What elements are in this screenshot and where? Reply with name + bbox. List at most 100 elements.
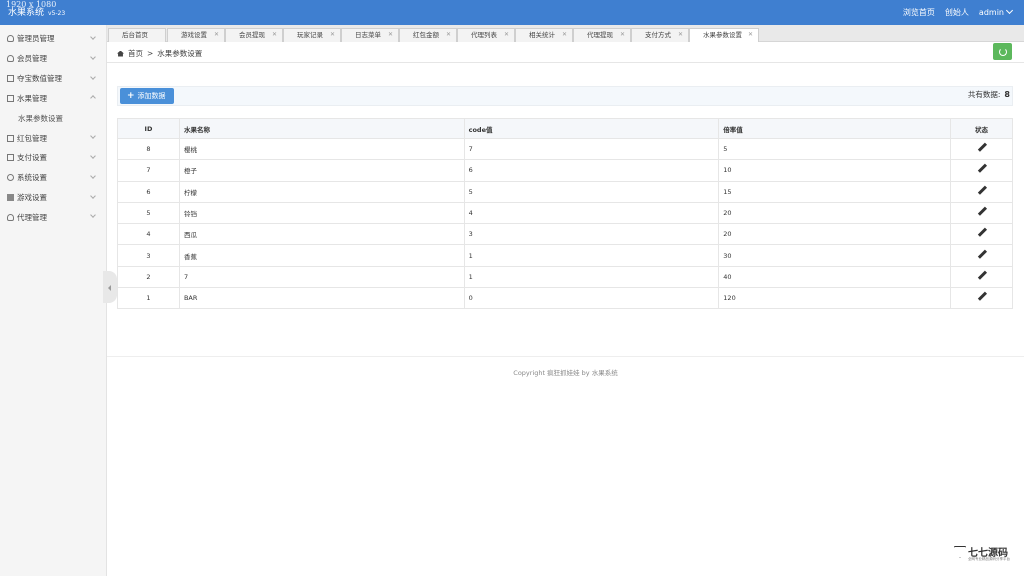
chevron-up-icon (90, 95, 96, 102)
close-icon[interactable]: ✕ (620, 29, 625, 41)
edit-pencil-icon[interactable] (977, 250, 987, 260)
sidebar-item-label: 系统设置 (17, 173, 47, 183)
close-icon[interactable]: ✕ (446, 29, 451, 41)
table-row: 6 柠檬 5 15 (117, 180, 1013, 203)
table-row: 1 BAR 0 120 (117, 287, 1013, 310)
close-icon[interactable]: ✕ (388, 29, 393, 41)
table-row: 3 香蕉 1 30 (117, 244, 1013, 267)
chevron-down-icon (90, 192, 96, 199)
sidebar-subitem-fruit-params[interactable]: 水果参数设置 (0, 108, 106, 129)
cell-code: 5 (463, 180, 720, 203)
total-number: 8 (1004, 90, 1010, 99)
brand-name: 水果系统 (8, 8, 45, 18)
close-icon[interactable]: ✕ (504, 29, 509, 41)
tab-label: 相关统计 (529, 31, 555, 39)
doc-icon (7, 134, 14, 142)
close-icon[interactable]: ✕ (748, 29, 753, 41)
cell-id: 3 (117, 244, 180, 267)
sidebar-item-label: 夺宝数值管理 (17, 73, 62, 83)
grid-icon (7, 74, 14, 82)
cell-status (950, 223, 1013, 246)
brand-version: v5-23 (48, 10, 66, 17)
sidebar-item-agent-management[interactable]: 代理管理 (0, 207, 106, 227)
cell-fruit-name: 铃铛 (178, 201, 465, 225)
sidebar-item-label: 红包管理 (17, 133, 47, 143)
cell-rate: 20 (718, 201, 952, 225)
tab-label: 日志菜单 (355, 31, 381, 39)
tab-payment-method[interactable]: 支付方式 ✕ (631, 28, 689, 42)
cell-rate: 20 (718, 223, 952, 246)
chevron-down-icon (90, 153, 96, 159)
tab-statistics[interactable]: 相关统计 ✕ (515, 28, 573, 42)
sidebar-item-fruit-management[interactable]: 水果管理 (0, 88, 106, 108)
sidebar-item-label: 水果管理 (17, 93, 47, 103)
total-label: 共有数据: (967, 90, 1001, 99)
plus-icon: + (127, 91, 135, 101)
tab-label: 后台首页 (122, 31, 148, 39)
breadcrumb: 首页 > 水果参数设置 (117, 48, 202, 59)
chevron-down-icon (90, 172, 96, 179)
edit-pencil-icon[interactable] (977, 164, 987, 174)
chevron-down-icon (90, 34, 96, 40)
header-code: code值 (463, 118, 720, 139)
sidebar-item-game-settings[interactable]: 游戏设置 (0, 188, 106, 208)
header-status: 状态 (950, 118, 1013, 139)
gear-icon (7, 174, 14, 182)
sidebar-item-payment-settings[interactable]: 支付设置 (0, 148, 106, 168)
add-data-button[interactable]: + 添加数据 (120, 88, 174, 104)
tab-fruit-params[interactable]: 水果参数设置 ✕ (689, 28, 759, 43)
refresh-button[interactable] (993, 43, 1012, 60)
edit-pencil-icon[interactable] (977, 271, 987, 281)
close-icon[interactable]: ✕ (330, 29, 335, 41)
chevron-down-icon (90, 53, 96, 60)
watermark-logo: 七七源码 全网专业精品源码分享平台 (954, 544, 1014, 564)
cell-fruit-name: 7 (178, 265, 465, 289)
copyright-text: Copyright 疯狂抓娃娃 by 水果系统 (513, 369, 618, 377)
tab-label: 红包金额 (413, 31, 439, 39)
edit-pencil-icon[interactable] (977, 186, 987, 196)
sidebar-item-admin-management[interactable]: 管理员管理 (0, 29, 106, 49)
sidebar-collapse-button[interactable] (103, 271, 117, 303)
breadcrumb-home[interactable]: 首页 (128, 48, 143, 59)
sidebar-item-member-management[interactable]: 会员管理 (0, 49, 106, 69)
sidebar-item-redpacket-management[interactable]: 红包管理 (0, 128, 106, 148)
tab-player-records[interactable]: 玩家记录 ✕ (283, 28, 341, 42)
edit-pencil-icon[interactable] (977, 228, 987, 238)
tab-member-withdraw[interactable]: 会员提现 ✕ (225, 28, 283, 42)
cell-code: 1 (463, 244, 720, 267)
cell-code: 4 (463, 201, 720, 225)
edit-pencil-icon[interactable] (977, 207, 987, 217)
tab-log-menu[interactable]: 日志菜单 ✕ (341, 28, 399, 42)
header-rate: 倍率值 (718, 118, 952, 139)
close-icon[interactable]: ✕ (562, 29, 567, 41)
sidebar-item-label: 管理员管理 (17, 34, 55, 44)
cell-code: 6 (463, 159, 720, 182)
cell-id: 2 (117, 265, 180, 289)
sidebar-item-system-settings[interactable]: 系统设置 (0, 168, 106, 188)
cell-code: 7 (463, 137, 720, 161)
admin-menu[interactable]: admin (979, 6, 1014, 17)
tab-game-settings[interactable]: 游戏设置 ✕ (167, 28, 225, 42)
tab-agent-withdraw[interactable]: 代理提现 ✕ (573, 28, 631, 42)
add-data-label: 添加数据 (137, 92, 166, 100)
close-icon[interactable]: ✕ (214, 29, 219, 41)
cell-id: 7 (117, 159, 180, 182)
tab-label: 玩家记录 (297, 31, 323, 39)
sidebar-item-treasure-values[interactable]: 夺宝数值管理 (0, 69, 106, 89)
tab-label: 游戏设置 (181, 31, 207, 39)
cell-fruit-name: 柠檬 (178, 180, 465, 203)
close-icon[interactable]: ✕ (272, 29, 277, 41)
tab-redpacket-amount[interactable]: 红包金额 ✕ (399, 28, 457, 42)
breadcrumb-bar: 首页 > 水果参数设置 (107, 42, 1024, 63)
close-icon[interactable]: ✕ (678, 29, 683, 41)
founder-link[interactable]: 创始人 (945, 7, 969, 18)
edit-pencil-icon[interactable] (977, 143, 987, 153)
tab-label: 支付方式 (645, 31, 671, 39)
tab-home[interactable]: 后台首页 (108, 28, 166, 42)
browse-home-link[interactable]: 浏览首页 (903, 7, 935, 18)
tab-agent-list[interactable]: 代理列表 ✕ (457, 28, 515, 42)
top-bar: 1920 x 1080 水果系统 v5-23 浏览首页 创始人 admin (0, 0, 1024, 25)
sidebar-item-label: 会员管理 (17, 54, 47, 64)
header-fruit-name: 水果名称 (178, 118, 465, 139)
edit-pencil-icon[interactable] (977, 292, 987, 302)
